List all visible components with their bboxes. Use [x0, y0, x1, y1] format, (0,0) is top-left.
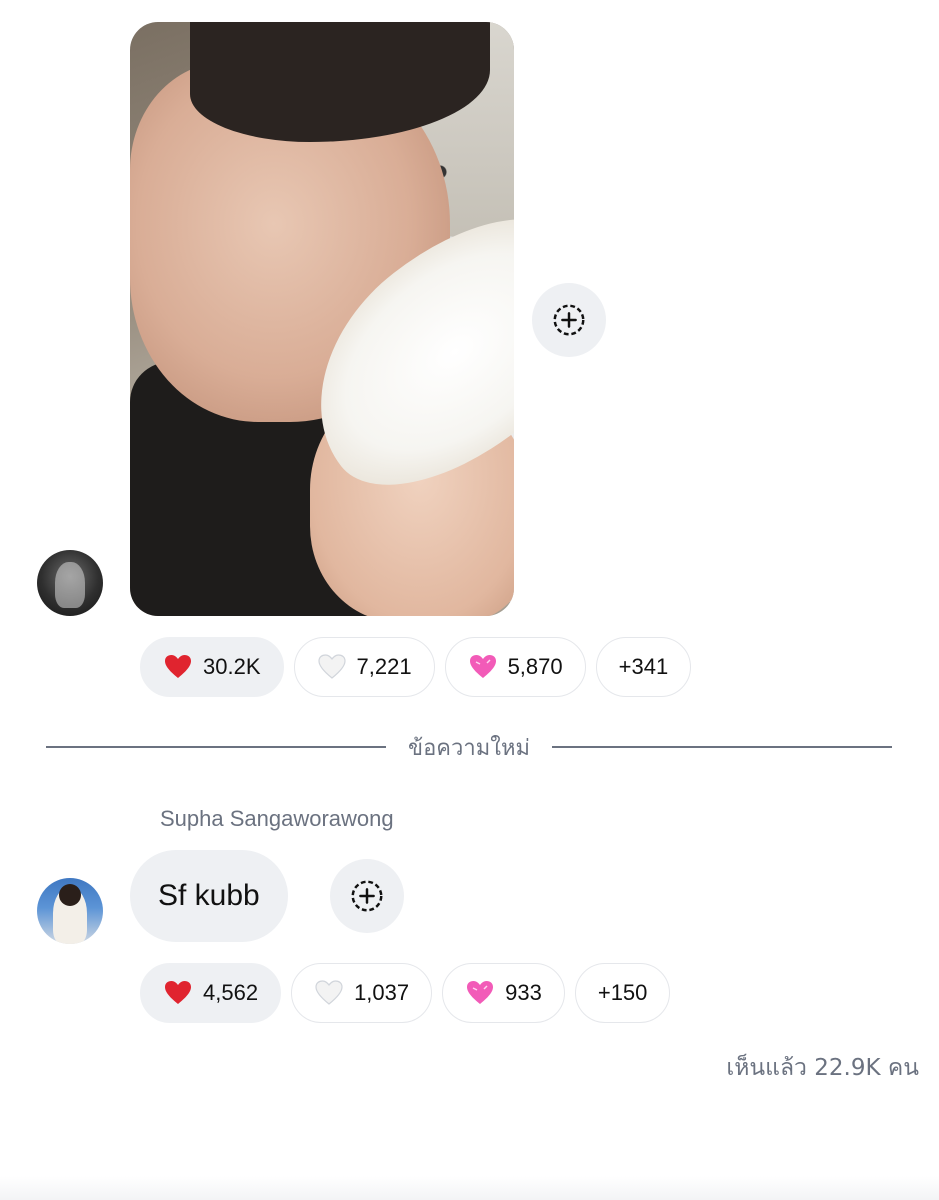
add-reaction-button[interactable]	[532, 283, 606, 357]
avatar[interactable]	[37, 878, 103, 944]
reaction-bar: 4,562 1,037 933 +150	[140, 963, 671, 1023]
new-messages-divider: ข้อความใหม่	[46, 730, 892, 764]
divider-line	[551, 746, 892, 748]
reaction-count: 4,562	[203, 980, 259, 1005]
white-heart-icon	[317, 652, 347, 682]
avatar-head	[59, 884, 81, 906]
reaction-red-heart[interactable]: 4,562	[140, 963, 282, 1023]
reaction-bar: 30.2K 7,221 5,870 +341	[140, 637, 692, 697]
add-reaction-icon	[553, 304, 585, 336]
red-heart-icon	[163, 978, 193, 1008]
add-reaction-button[interactable]	[330, 859, 404, 933]
seen-count: เห็นแล้ว 22.9K คน	[726, 1055, 919, 1081]
add-reaction-icon	[351, 880, 383, 912]
reaction-white-heart[interactable]: 7,221	[293, 637, 435, 697]
reaction-count: 7,221	[356, 654, 412, 679]
reaction-count: 933	[505, 980, 542, 1005]
white-heart-icon	[314, 978, 344, 1008]
message-photo[interactable]	[130, 22, 514, 616]
reaction-more[interactable]: +150	[574, 963, 671, 1023]
pink-heart-icon	[465, 978, 495, 1008]
reaction-red-heart[interactable]: 30.2K	[140, 637, 284, 697]
sender-name: Supha Sangaworawong	[160, 806, 394, 831]
avatar[interactable]	[37, 550, 103, 616]
reaction-more[interactable]: +341	[595, 637, 692, 697]
reaction-count: 30.2K	[203, 654, 261, 679]
message-text: Sf kubb	[158, 879, 260, 912]
pink-heart-icon	[468, 652, 498, 682]
bottom-fade	[0, 1176, 939, 1200]
reaction-count: 5,870	[507, 654, 563, 679]
divider-line	[46, 746, 387, 748]
message-bubble[interactable]: Sf kubb	[130, 850, 288, 942]
reaction-more-count: +150	[597, 980, 648, 1005]
red-heart-icon	[163, 652, 193, 682]
reaction-white-heart[interactable]: 1,037	[291, 963, 433, 1023]
reaction-count: 1,037	[354, 980, 410, 1005]
reaction-more-count: +341	[618, 654, 669, 679]
avatar-figure	[55, 562, 85, 608]
reaction-pink-heart[interactable]: 933	[442, 963, 565, 1023]
reaction-pink-heart[interactable]: 5,870	[444, 637, 586, 697]
divider-label: ข้อความใหม่	[408, 735, 530, 761]
